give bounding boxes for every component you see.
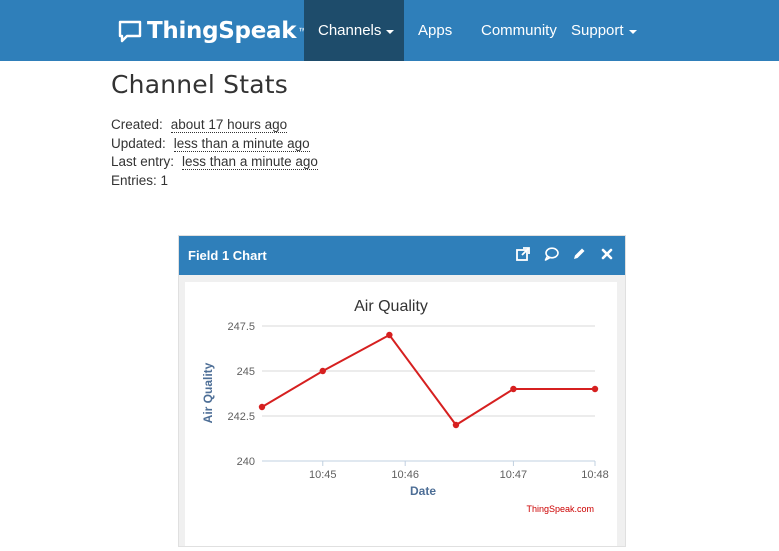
stat-entries: Entries: 1 xyxy=(111,172,318,191)
nav-support-label: Support xyxy=(571,22,624,39)
stat-entries-value: 1 xyxy=(160,172,169,188)
data-point xyxy=(386,331,393,339)
speech-bubble-icon xyxy=(118,20,142,43)
pencil-icon[interactable] xyxy=(571,246,587,262)
nav-apps-label: Apps xyxy=(418,22,453,39)
y-axis-label: Air Quality xyxy=(201,362,215,423)
chart-title: Air Quality xyxy=(354,298,428,315)
data-point xyxy=(591,385,599,393)
nav-apps[interactable]: Apps xyxy=(404,0,466,61)
x-tick-label: 10:46 xyxy=(391,469,419,481)
stat-created: Created: about 17 hours ago xyxy=(111,116,318,135)
panel-toolbar xyxy=(515,246,615,262)
nav-community-label: Community xyxy=(481,22,557,39)
x-tick-label: 10:48 xyxy=(581,469,609,481)
stat-last-entry: Last entry: less than a minute ago xyxy=(111,153,318,172)
chart-credit[interactable]: ThingSpeak.com xyxy=(526,504,594,514)
stat-created-value: about 17 hours ago xyxy=(170,117,288,133)
caret-down-icon xyxy=(628,29,637,34)
stat-updated-value: less than a minute ago xyxy=(173,135,310,152)
navbar: ThingSpeak ™ Channels Apps Community Supp… xyxy=(0,0,779,61)
stat-last-entry-value: less than a minute ago xyxy=(182,154,318,170)
panel-title: Field 1 Chart xyxy=(188,248,267,263)
y-tick-label: 247.5 xyxy=(227,321,255,333)
data-point xyxy=(258,403,266,411)
y-tick-label: 242.5 xyxy=(227,411,255,423)
caret-down-icon xyxy=(386,29,395,34)
stat-updated: Updated: less than a minute ago xyxy=(111,135,318,154)
air-quality-chart: Air Quality Air Quality Date ThingSpeak.… xyxy=(201,298,609,514)
data-point xyxy=(319,367,326,375)
close-icon[interactable] xyxy=(599,246,615,262)
comment-icon[interactable] xyxy=(543,246,559,262)
chart-area: Air Quality Air Quality Date ThingSpeak.… xyxy=(185,282,617,546)
page-title: Channel Stats xyxy=(111,70,289,99)
stat-created-label: Created: xyxy=(111,117,163,132)
x-axis-label: Date xyxy=(410,484,436,498)
y-tick-label: 240 xyxy=(237,456,255,468)
data-point xyxy=(452,421,460,429)
nav-support[interactable]: Support xyxy=(557,0,651,61)
channel-stats: Created: about 17 hours ago Updated: less … xyxy=(111,116,318,190)
y-tick-label: 245 xyxy=(237,366,255,378)
panel-header: Field 1 Chart xyxy=(179,236,625,275)
brand-name: ThingSpeak xyxy=(147,18,297,44)
field-1-chart-panel: Field 1 Chart Air Quality Air Quality Da… xyxy=(178,235,626,547)
series-line xyxy=(261,333,595,427)
stat-entries-label: Entries: xyxy=(111,172,157,188)
nav-community[interactable]: Community xyxy=(467,0,571,61)
x-tick-label: 10:45 xyxy=(309,469,337,481)
nav-channels-label: Channels xyxy=(318,22,382,39)
nav-channels[interactable]: Channels xyxy=(304,0,404,61)
brand-logo[interactable]: ThingSpeak ™ xyxy=(117,14,307,48)
stat-updated-label: Updated: xyxy=(111,135,166,151)
stat-last-entry-label: Last entry: xyxy=(111,154,175,169)
external-link-icon[interactable] xyxy=(515,246,531,262)
x-tick-label: 10:47 xyxy=(500,469,528,481)
data-point xyxy=(510,385,517,393)
